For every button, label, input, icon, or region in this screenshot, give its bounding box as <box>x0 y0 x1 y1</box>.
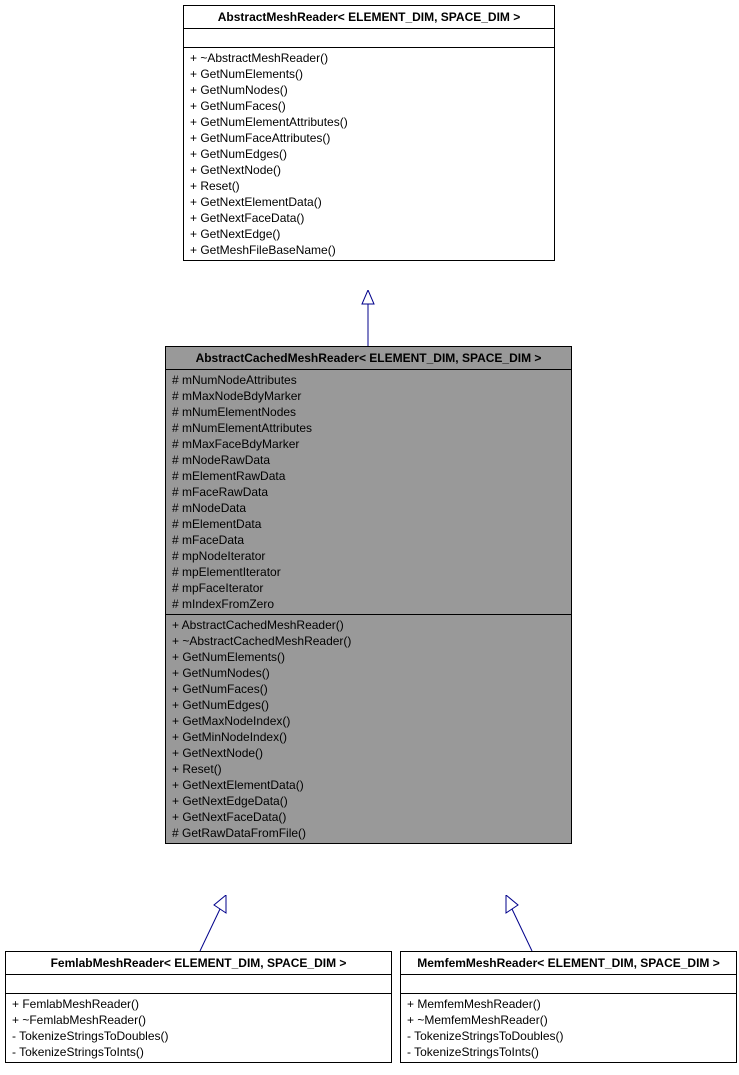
attributes-section <box>6 975 391 994</box>
method: + GetNumElementAttributes() <box>190 114 548 130</box>
class-abstract-cached-mesh-reader[interactable]: AbstractCachedMeshReader< ELEMENT_DIM, S… <box>165 346 572 844</box>
attribute: # mpNodeIterator <box>172 548 565 564</box>
method: - TokenizeStringsToDoubles() <box>12 1028 385 1044</box>
method: + GetNextEdgeData() <box>172 793 565 809</box>
attribute: # mNumNodeAttributes <box>172 372 565 388</box>
attribute: # mNodeRawData <box>172 452 565 468</box>
methods-section: + AbstractCachedMeshReader() + ~Abstract… <box>166 615 571 843</box>
method: + MemfemMeshReader() <box>407 996 730 1012</box>
attribute: # mFaceData <box>172 532 565 548</box>
method: # GetRawDataFromFile() <box>172 825 565 841</box>
inheritance-arrow <box>190 895 240 951</box>
method: + GetNextElementData() <box>172 777 565 793</box>
attributes-section <box>184 29 554 48</box>
method: + GetNextElementData() <box>190 194 548 210</box>
method: - TokenizeStringsToDoubles() <box>407 1028 730 1044</box>
attributes-section <box>401 975 736 994</box>
class-title: AbstractCachedMeshReader< ELEMENT_DIM, S… <box>166 347 571 370</box>
methods-section: + FemlabMeshReader() + ~FemlabMeshReader… <box>6 994 391 1062</box>
methods-section: + MemfemMeshReader() + ~MemfemMeshReader… <box>401 994 736 1062</box>
method: + Reset() <box>190 178 548 194</box>
method: + ~AbstractCachedMeshReader() <box>172 633 565 649</box>
attribute: # mElementData <box>172 516 565 532</box>
attribute: # mMaxNodeBdyMarker <box>172 388 565 404</box>
method: + GetNumEdges() <box>190 146 548 162</box>
method: + AbstractCachedMeshReader() <box>172 617 565 633</box>
class-title: FemlabMeshReader< ELEMENT_DIM, SPACE_DIM… <box>6 952 391 975</box>
attribute: # mNumElementNodes <box>172 404 565 420</box>
method: + GetNumNodes() <box>190 82 548 98</box>
attribute: # mFaceRawData <box>172 484 565 500</box>
method: + GetNumFaces() <box>190 98 548 114</box>
class-abstract-mesh-reader[interactable]: AbstractMeshReader< ELEMENT_DIM, SPACE_D… <box>183 5 555 261</box>
method: + GetNumNodes() <box>172 665 565 681</box>
attribute: # mMaxFaceBdyMarker <box>172 436 565 452</box>
attribute: # mpFaceIterator <box>172 580 565 596</box>
method: + GetNumElements() <box>172 649 565 665</box>
method: + GetNumElements() <box>190 66 548 82</box>
methods-section: + ~AbstractMeshReader() + GetNumElements… <box>184 48 554 260</box>
class-title: AbstractMeshReader< ELEMENT_DIM, SPACE_D… <box>184 6 554 29</box>
method: + ~AbstractMeshReader() <box>190 50 548 66</box>
inheritance-arrow <box>355 290 385 346</box>
method: + GetNextFaceData() <box>190 210 548 226</box>
method: + Reset() <box>172 761 565 777</box>
method: + GetMinNodeIndex() <box>172 729 565 745</box>
method: - TokenizeStringsToInts() <box>407 1044 730 1060</box>
method: + GetNextNode() <box>172 745 565 761</box>
attribute: # mNumElementAttributes <box>172 420 565 436</box>
method: + GetNumEdges() <box>172 697 565 713</box>
method: + GetNextNode() <box>190 162 548 178</box>
class-memfem-mesh-reader[interactable]: MemfemMeshReader< ELEMENT_DIM, SPACE_DIM… <box>400 951 737 1063</box>
method: + GetNumFaces() <box>172 681 565 697</box>
method: - TokenizeStringsToInts() <box>12 1044 385 1060</box>
attribute: # mElementRawData <box>172 468 565 484</box>
class-femlab-mesh-reader[interactable]: FemlabMeshReader< ELEMENT_DIM, SPACE_DIM… <box>5 951 392 1063</box>
method: + GetMaxNodeIndex() <box>172 713 565 729</box>
method: + FemlabMeshReader() <box>12 996 385 1012</box>
method: + GetNextEdge() <box>190 226 548 242</box>
method: + ~MemfemMeshReader() <box>407 1012 730 1028</box>
attribute: # mpElementIterator <box>172 564 565 580</box>
inheritance-arrow <box>492 895 542 951</box>
method: + ~FemlabMeshReader() <box>12 1012 385 1028</box>
attribute: # mNodeData <box>172 500 565 516</box>
attributes-section: # mNumNodeAttributes # mMaxNodeBdyMarker… <box>166 370 571 615</box>
method: + GetMeshFileBaseName() <box>190 242 548 258</box>
attribute: # mIndexFromZero <box>172 596 565 612</box>
method: + GetNumFaceAttributes() <box>190 130 548 146</box>
method: + GetNextFaceData() <box>172 809 565 825</box>
class-title: MemfemMeshReader< ELEMENT_DIM, SPACE_DIM… <box>401 952 736 975</box>
